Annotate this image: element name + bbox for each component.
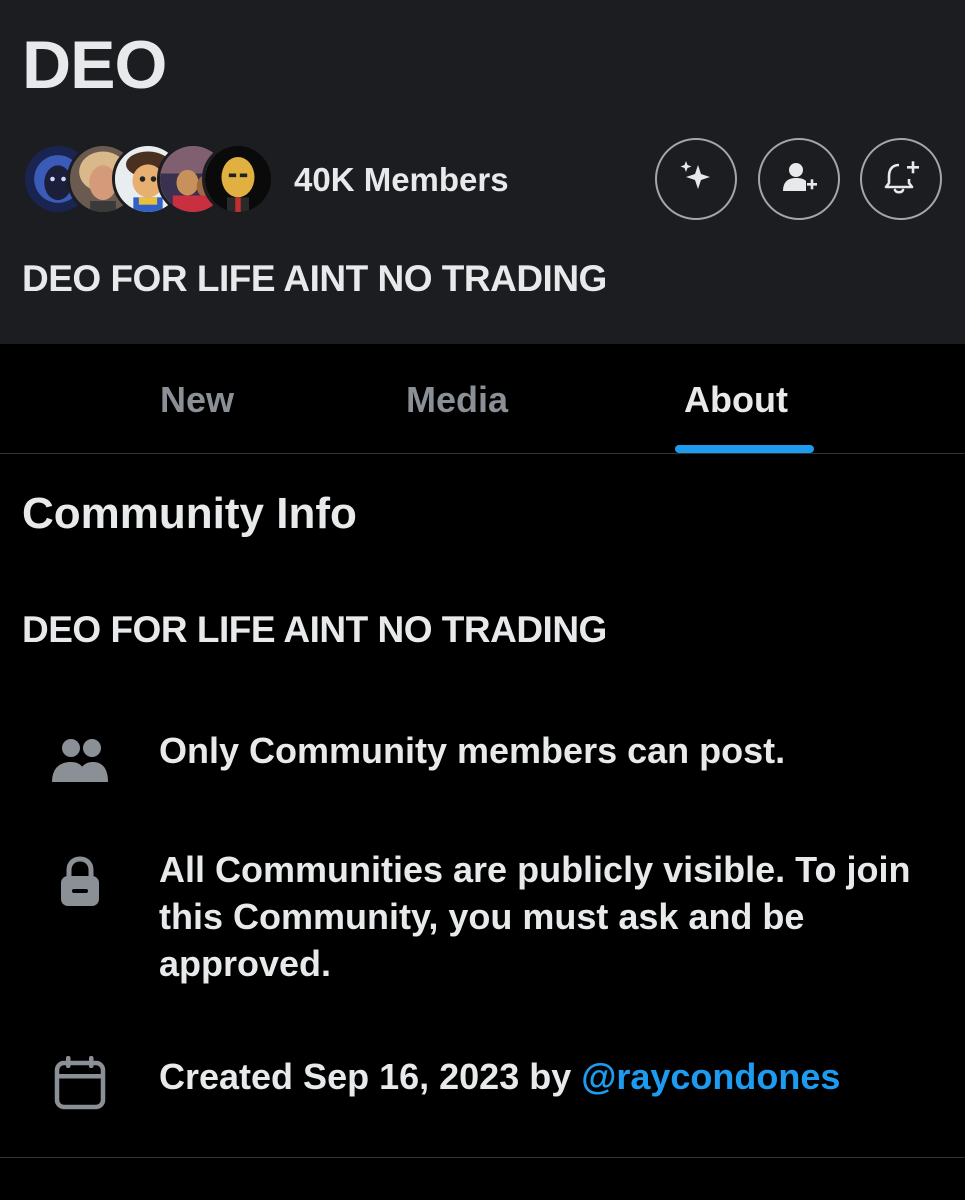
member-avatar-5 bbox=[202, 143, 274, 215]
about-description: DEO FOR LIFE AINT NO TRADING bbox=[22, 609, 607, 650]
rule-posting-text: Only Community members can post. bbox=[159, 730, 786, 771]
member-avatars[interactable] bbox=[22, 143, 274, 215]
community-title: DEO bbox=[22, 27, 167, 103]
calendar-icon bbox=[48, 1052, 112, 1116]
tab-about[interactable]: About bbox=[684, 379, 788, 421]
bell-plus-icon bbox=[879, 155, 923, 204]
section-title: Community Info bbox=[22, 489, 357, 538]
active-tab-indicator bbox=[675, 445, 814, 453]
notification-button[interactable] bbox=[860, 138, 942, 220]
community-header: DEO 40K Members DEO FOR LIFE AINT NO TRA… bbox=[0, 0, 965, 344]
people-icon bbox=[48, 730, 112, 794]
add-person-icon bbox=[777, 155, 821, 204]
tab-new[interactable]: New bbox=[160, 379, 234, 421]
lock-icon bbox=[48, 850, 112, 914]
community-description: DEO FOR LIFE AINT NO TRADING bbox=[22, 258, 607, 299]
created-date-text: Created Sep 16, 2023 by bbox=[159, 1056, 582, 1097]
members-count[interactable]: 40K Members bbox=[294, 161, 509, 199]
tab-bar: New Media About bbox=[0, 344, 965, 454]
sparkle-icon bbox=[674, 155, 718, 204]
creator-link[interactable]: @raycondones bbox=[581, 1056, 840, 1097]
rule-visibility-text: All Communities are publicly visible. To… bbox=[159, 849, 911, 984]
divider bbox=[0, 1157, 965, 1158]
sparkle-button[interactable] bbox=[655, 138, 737, 220]
invite-member-button[interactable] bbox=[758, 138, 840, 220]
tab-media[interactable]: Media bbox=[406, 379, 508, 421]
created-text: Created Sep 16, 2023 by @raycondones bbox=[159, 1053, 939, 1100]
